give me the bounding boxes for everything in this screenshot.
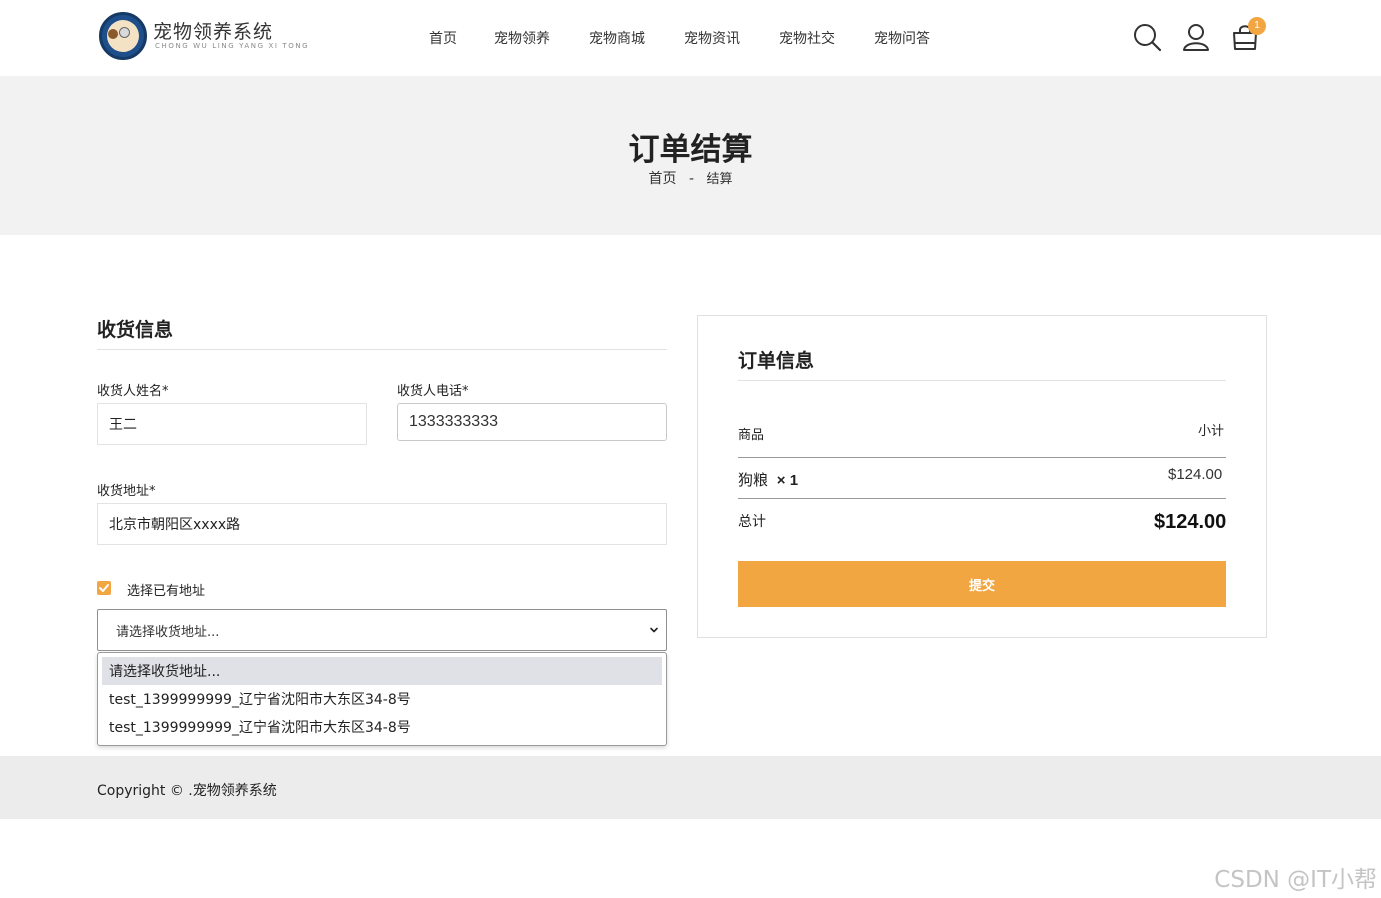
- receiver-name-value: 王二: [109, 417, 137, 433]
- order-row-divider: [738, 457, 1226, 458]
- receiver-address-field[interactable]: 北京市朝阳区xxxx路: [97, 503, 667, 545]
- saved-address-select-value: 请选择收货地址...: [116, 624, 220, 640]
- nav-home[interactable]: 首页: [429, 28, 457, 48]
- submit-order-button[interactable]: 提交: [738, 561, 1226, 607]
- search-icon[interactable]: [1132, 22, 1162, 52]
- order-item: 狗粮 × 1: [738, 469, 798, 490]
- receiver-address-label: 收货地址*: [97, 484, 156, 499]
- shipping-divider: [97, 349, 667, 350]
- chevron-down-icon: [650, 627, 658, 633]
- address-option[interactable]: test_1399999999_辽宁省沈阳市大东区34-8号: [102, 685, 662, 713]
- shipping-section-title: 收货信息: [97, 319, 174, 341]
- breadcrumb-current: 结算: [706, 172, 733, 187]
- address-option[interactable]: test_1399999999_辽宁省沈阳市大东区34-8号: [102, 713, 662, 741]
- saved-address-dropdown: 请选择收货地址... test_1399999999_辽宁省沈阳市大东区34-8…: [97, 652, 667, 746]
- order-section-title: 订单信息: [738, 350, 815, 372]
- col-product-header: 商品: [738, 428, 765, 443]
- nav-pet-social[interactable]: 宠物社交: [779, 28, 835, 48]
- nav-pet-news[interactable]: 宠物资讯: [684, 28, 740, 48]
- site-footer: Copyright © .宠物领养系统: [0, 756, 1381, 819]
- receiver-phone-value: 1333333333: [409, 413, 498, 430]
- col-subtotal-header: 小计: [1198, 424, 1225, 439]
- logo-icon[interactable]: [99, 12, 147, 60]
- watermark-text: CSDN @IT小帮: [1214, 867, 1377, 893]
- order-item-name: 狗粮: [738, 471, 769, 489]
- breadcrumb-home[interactable]: 首页: [649, 171, 677, 187]
- checkmark-icon: [99, 584, 109, 592]
- logo-title: 宠物领养系统: [153, 21, 274, 43]
- copyright-text: Copyright © .宠物领养系统: [97, 783, 277, 799]
- cart-count-badge: 1: [1248, 17, 1266, 35]
- order-total-value: $124.00: [1154, 511, 1227, 533]
- logo-subtitle: CHONG WU LING YANG XI TONG: [155, 42, 310, 50]
- use-saved-address-checkbox[interactable]: [97, 581, 111, 595]
- order-item-qty: × 1: [776, 472, 799, 489]
- receiver-phone-label: 收货人电话*: [397, 384, 469, 399]
- nav-pet-qa[interactable]: 宠物问答: [874, 28, 930, 48]
- saved-address-select[interactable]: 请选择收货地址...: [97, 609, 667, 651]
- order-row-divider: [738, 498, 1226, 499]
- receiver-name-label: 收货人姓名*: [97, 384, 169, 399]
- order-total-label: 总计: [738, 514, 766, 530]
- receiver-name-field[interactable]: 王二: [97, 403, 367, 445]
- receiver-address-value: 北京市朝阳区xxxx路: [109, 517, 241, 533]
- page-title: 订单结算: [628, 132, 753, 168]
- breadcrumb: 首页 - 结算: [0, 168, 1381, 188]
- address-option[interactable]: 请选择收货地址...: [102, 657, 662, 685]
- use-saved-address-label[interactable]: 选择已有地址: [127, 580, 205, 599]
- site-header: 宠物领养系统 CHONG WU LING YANG XI TONG 首页 宠物领…: [0, 0, 1381, 76]
- nav-pet-adoption[interactable]: 宠物领养: [494, 28, 550, 48]
- receiver-phone-field[interactable]: 1333333333: [397, 403, 667, 441]
- nav-pet-mall[interactable]: 宠物商城: [589, 28, 645, 48]
- page-banner: 订单结算 首页 - 结算: [0, 76, 1381, 235]
- breadcrumb-separator: -: [688, 171, 695, 187]
- order-divider: [738, 380, 1226, 381]
- user-icon[interactable]: [1181, 22, 1211, 52]
- order-item-price: $124.00: [1168, 466, 1223, 483]
